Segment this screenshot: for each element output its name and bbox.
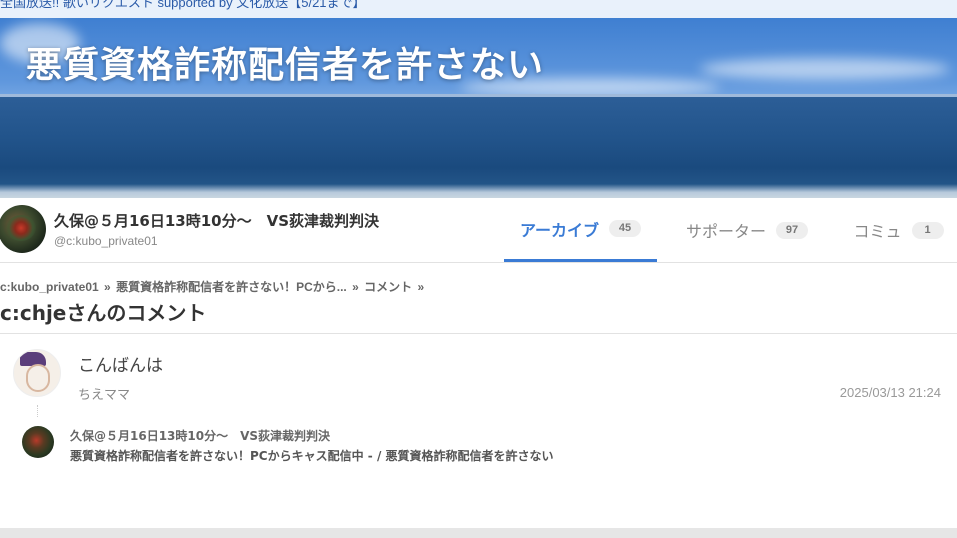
comment-text: こんばんは bbox=[78, 356, 163, 376]
breadcrumb-separator: » bbox=[348, 280, 363, 294]
announcement-bar[interactable]: 全国放送!! 歌いリクエスト supported by 文化放送【5/21まで】 bbox=[0, 0, 957, 18]
tab-supporters[interactable]: サポーター 97 bbox=[672, 198, 822, 262]
cloud-shape bbox=[700, 58, 950, 80]
header-banner: 悪質資格詐称配信者を許さない bbox=[0, 18, 957, 198]
avatar[interactable] bbox=[0, 205, 46, 253]
profile-bar: 久保@５月16日13時10分～ VS荻津裁判判決 @c:kubo_private… bbox=[0, 198, 957, 263]
commenter-avatar[interactable] bbox=[13, 349, 61, 397]
broadcaster-avatar[interactable] bbox=[22, 426, 54, 458]
breadcrumb-movie-link[interactable]: 悪質資格詐称配信者を許さない！PCから... bbox=[116, 280, 347, 294]
avatar-hand-shape bbox=[26, 364, 50, 392]
breadcrumb-comment-link[interactable]: コメント bbox=[364, 280, 412, 294]
tab-community-label: コミュ bbox=[853, 222, 902, 241]
page-title: c:chjeさんのコメント bbox=[0, 301, 207, 325]
tab-community[interactable]: コミュ 1 bbox=[840, 198, 957, 262]
tab-supporters-label: サポーター bbox=[685, 222, 766, 241]
comment-date: 2025/03/13 21:24 bbox=[839, 385, 941, 400]
user-name[interactable]: 久保@５月16日13時10分～ VS荻津裁判判決 bbox=[54, 210, 379, 231]
announcement-text[interactable]: 全国放送!! 歌いリクエスト supported by 文化放送【5/21まで】 bbox=[0, 0, 366, 11]
tab-archive-label: アーカイブ bbox=[519, 220, 600, 240]
tab-community-count: 1 bbox=[911, 221, 944, 239]
tab-archive-count: 45 bbox=[609, 220, 642, 237]
horizontal-scrollbar[interactable] bbox=[0, 528, 957, 538]
breadcrumb-separator: » bbox=[100, 280, 115, 294]
sea-area bbox=[0, 97, 957, 198]
breadcrumb-separator: » bbox=[414, 280, 425, 294]
tab-archive[interactable]: アーカイブ 45 bbox=[504, 198, 657, 262]
shore-waves bbox=[0, 184, 957, 198]
breadcrumb: c:kubo_private01 » 悪質資格詐称配信者を許さない！PCから..… bbox=[0, 278, 426, 295]
divider bbox=[0, 333, 957, 334]
thread-line bbox=[37, 405, 39, 417]
breadcrumb-user-link[interactable]: c:kubo_private01 bbox=[0, 280, 99, 294]
broadcaster-name[interactable]: 久保@５月16日13時10分～ VS荻津裁判判決 bbox=[70, 427, 330, 444]
user-id: @c:kubo_private01 bbox=[54, 234, 158, 248]
banner-title: 悪質資格詐称配信者を許さない bbox=[26, 45, 545, 86]
movie-link[interactable]: 悪質資格詐称配信者を許さない！PCからキャス配信中 - / 悪質資格詐称配信者を… bbox=[70, 447, 554, 464]
comment-author[interactable]: ちえママ bbox=[78, 384, 130, 403]
tab-supporters-count: 97 bbox=[776, 221, 808, 239]
